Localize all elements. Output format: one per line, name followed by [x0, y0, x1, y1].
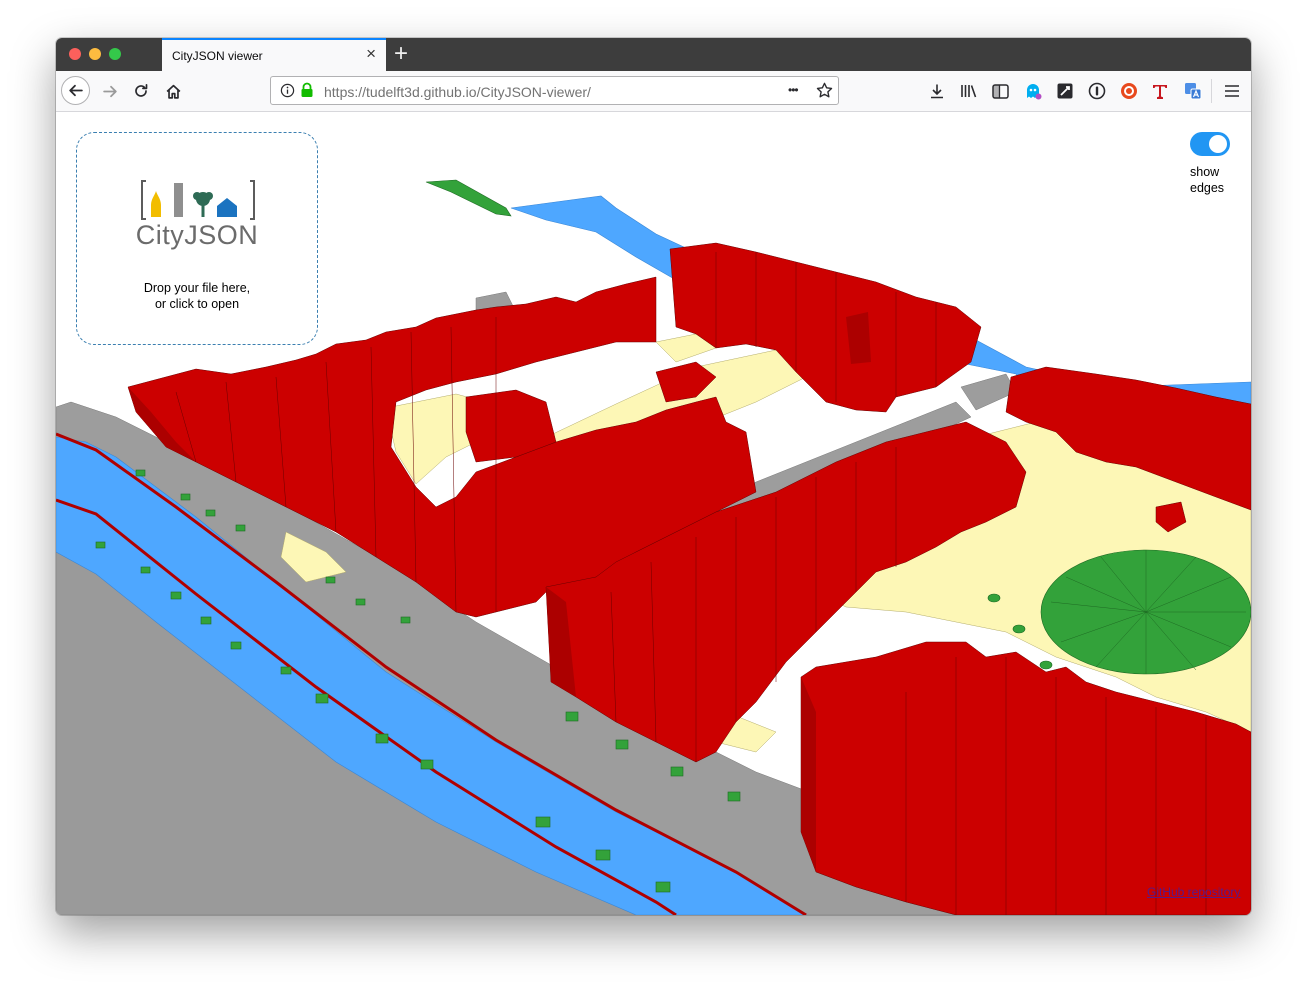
- reload-button[interactable]: [130, 71, 152, 111]
- url-host: https://tudelft3d.github.io: [324, 84, 477, 100]
- home-icon: [166, 84, 180, 99]
- page-content: CityJSON Drop your file here, or click t…: [56, 112, 1251, 915]
- library-icon[interactable]: [959, 81, 979, 101]
- font-t-icon[interactable]: [1150, 81, 1170, 101]
- cityjson-logo-text: CityJSON: [135, 220, 259, 250]
- ghostery-icon[interactable]: [1023, 81, 1043, 101]
- drop-instruction-line2: or click to open: [154, 297, 240, 311]
- reload-icon: [135, 83, 148, 97]
- cityjson-logo-icon: [141, 180, 255, 220]
- lastpass-icon[interactable]: [1087, 81, 1107, 101]
- drop-instruction-line1: Drop your file here,: [143, 281, 251, 295]
- minimize-window-button[interactable]: [89, 48, 101, 60]
- url-text[interactable]: https://tudelft3d.github.io/CityJSON-vie…: [324, 84, 591, 100]
- lock-icon[interactable]: [300, 82, 314, 98]
- download-icon[interactable]: [927, 81, 947, 101]
- arrow-right-icon: [102, 85, 117, 97]
- home-button[interactable]: [162, 71, 184, 111]
- tab-title: CityJSON viewer: [172, 49, 263, 63]
- show-edges-toggle[interactable]: [1190, 132, 1230, 156]
- tab-cityjson-viewer[interactable]: CityJSON viewer ×: [162, 38, 386, 71]
- toggle-label-edges: edges: [1190, 181, 1225, 195]
- url-path: /CityJSON-viewer/: [476, 84, 591, 100]
- page-actions-button[interactable]: •••: [788, 83, 799, 97]
- github-repository-link[interactable]: GitHub repository: [1147, 885, 1240, 899]
- menu-icon[interactable]: [1222, 81, 1242, 101]
- tab-close-icon[interactable]: ×: [366, 45, 376, 63]
- translate-icon[interactable]: [1183, 81, 1203, 101]
- new-tab-button[interactable]: +: [394, 41, 408, 67]
- forward-button[interactable]: [99, 71, 121, 111]
- toggle-knob: [1209, 135, 1227, 153]
- browser-window: CityJSON viewer × + https://tudelft3d.gi…: [56, 38, 1251, 915]
- toggle-label-show: show: [1190, 165, 1220, 179]
- info-icon[interactable]: [280, 83, 295, 98]
- close-window-button[interactable]: [69, 48, 81, 60]
- tab-bar: CityJSON viewer × +: [56, 38, 1251, 71]
- url-bar[interactable]: https://tudelft3d.github.io/CityJSON-vie…: [270, 76, 839, 105]
- sidebar-icon[interactable]: [990, 81, 1010, 101]
- back-button[interactable]: [61, 76, 90, 105]
- toolbar-divider: [1211, 79, 1212, 103]
- arrow-left-icon: [69, 84, 83, 97]
- file-drop-zone[interactable]: CityJSON Drop your file here, or click t…: [76, 132, 318, 345]
- bookmark-star-icon[interactable]: [816, 82, 833, 99]
- nav-toolbar: https://tudelft3d.github.io/CityJSON-vie…: [56, 71, 1251, 112]
- extension-icon[interactable]: [1055, 81, 1075, 101]
- zoom-window-button[interactable]: [109, 48, 121, 60]
- ublock-icon[interactable]: [1119, 81, 1139, 101]
